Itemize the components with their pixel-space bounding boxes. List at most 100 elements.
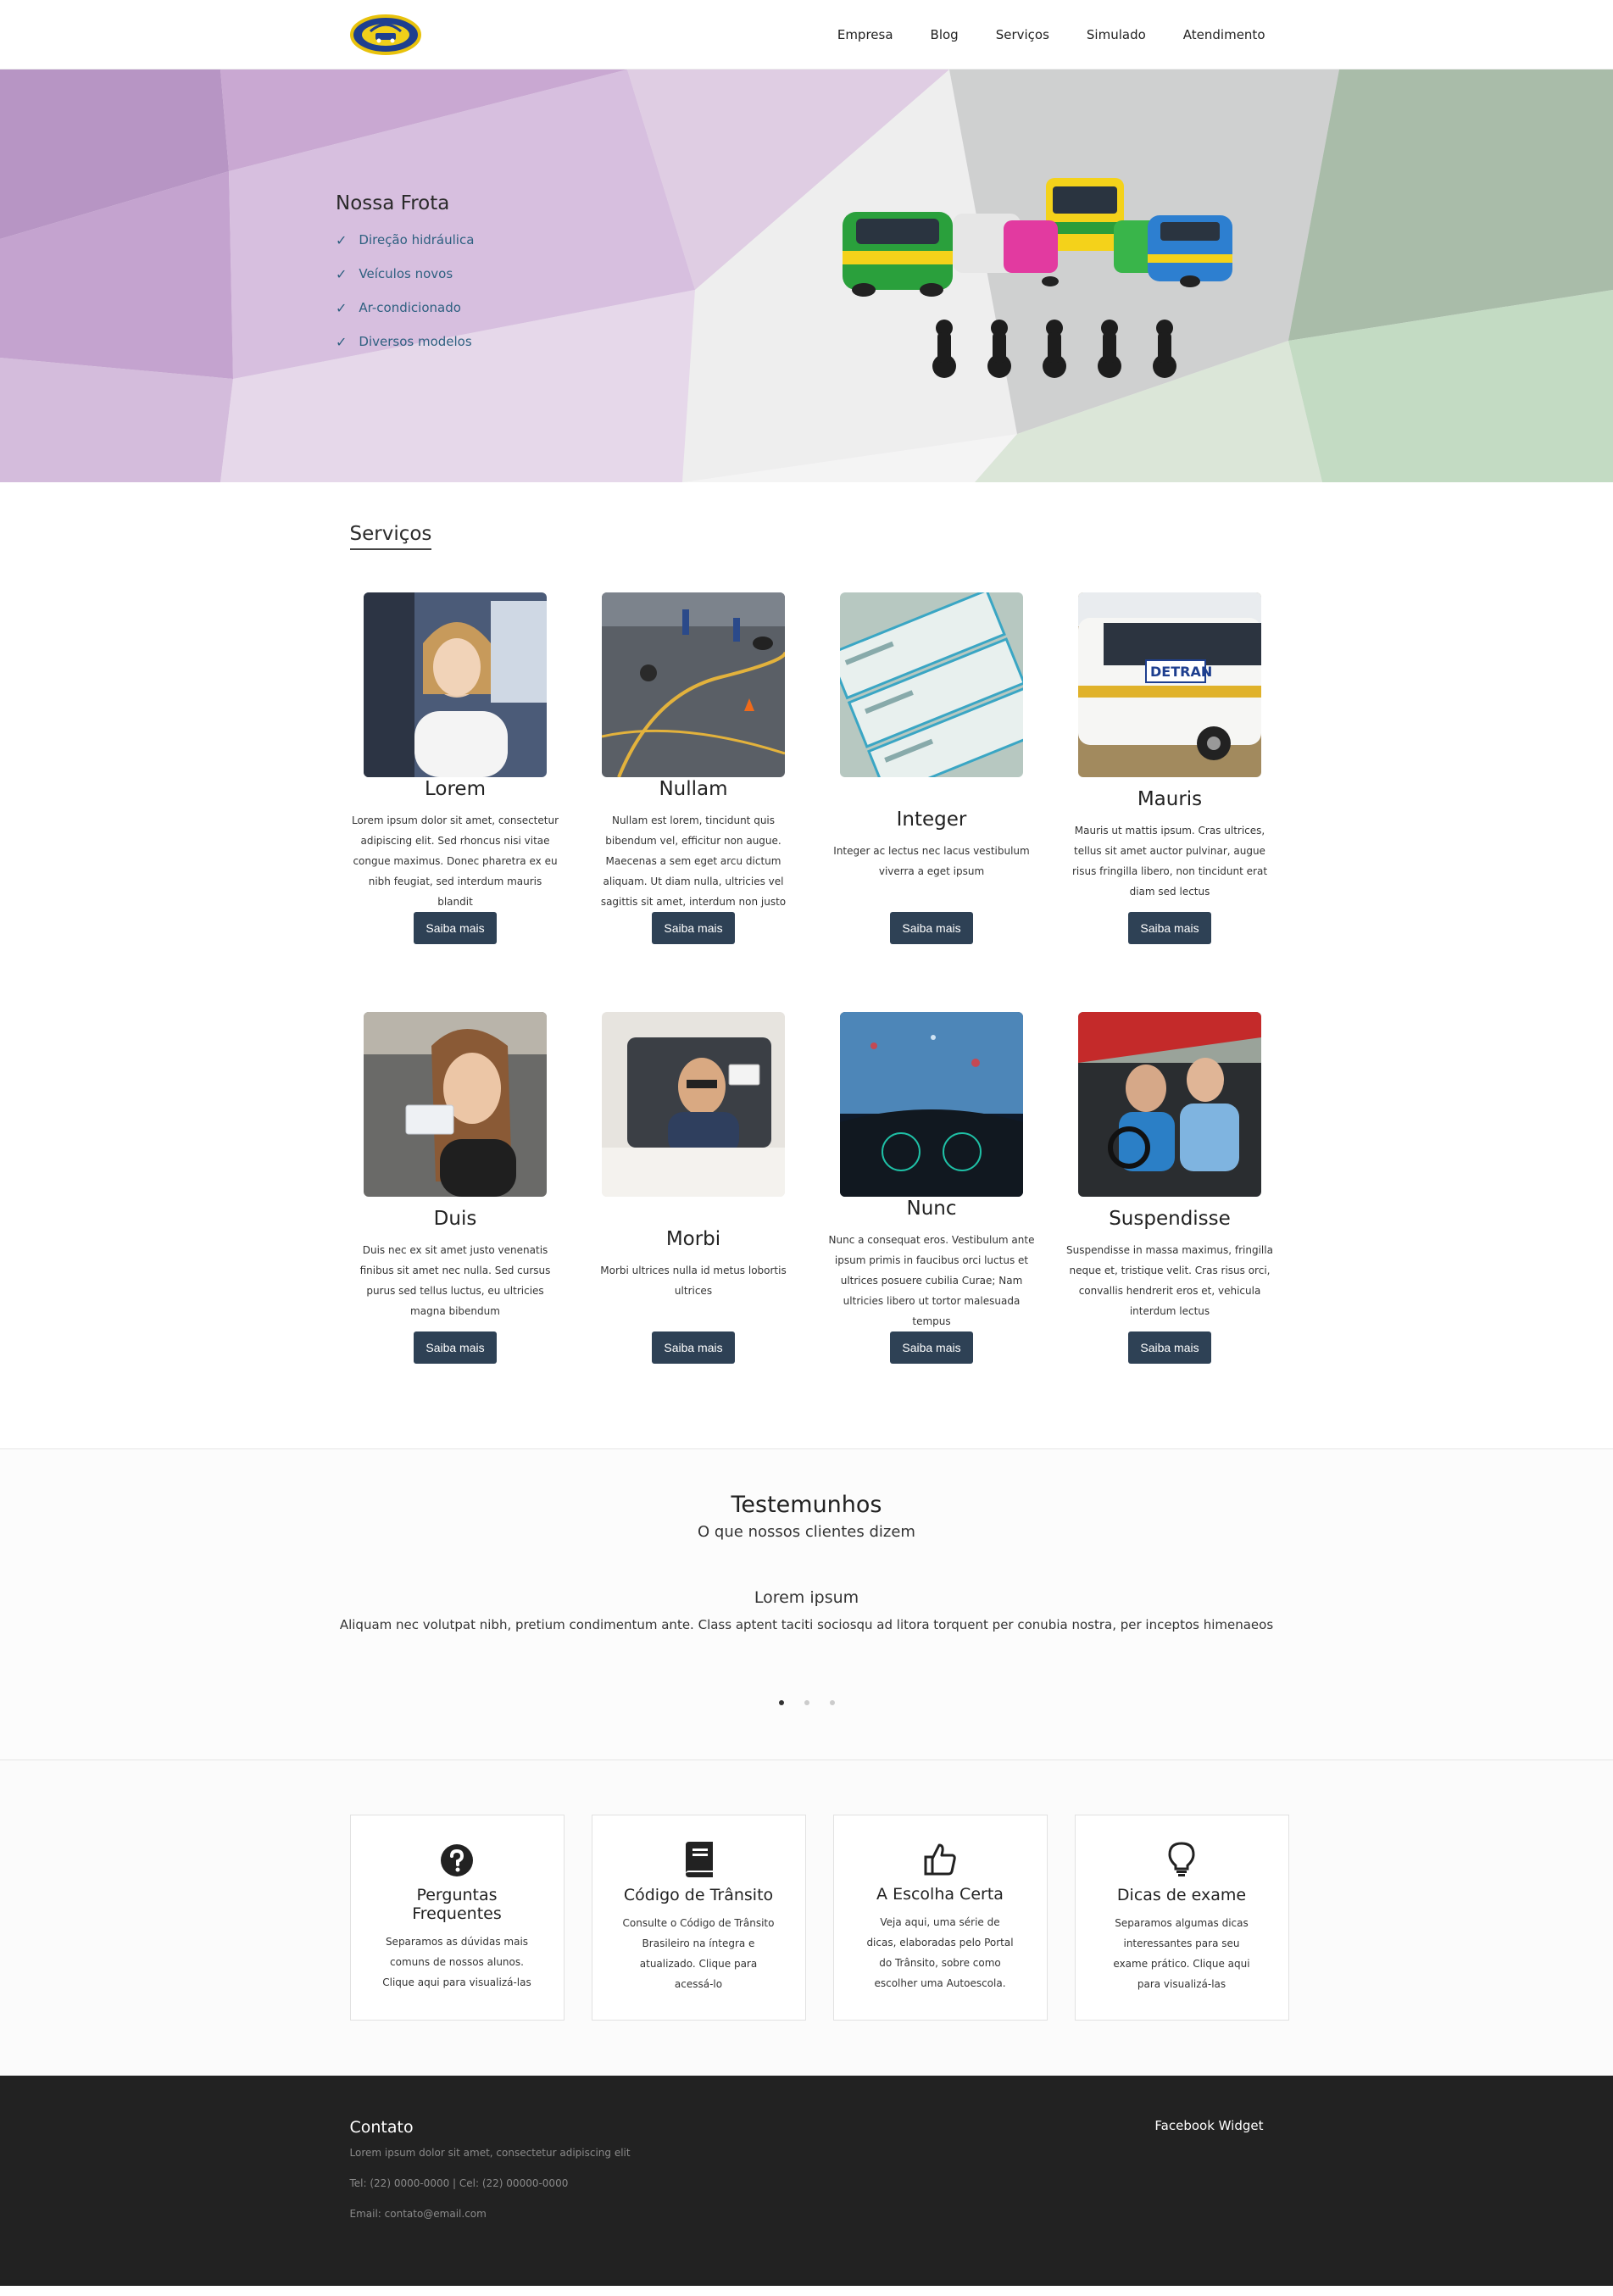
fleet-feature-label: Diversos modelos [359,334,472,349]
service-description: Nunc a consequat eros. Vestibulum ante i… [828,1233,1035,1327]
service-image-driver-woman [364,592,547,777]
nav-item-simulado[interactable]: Simulado [1087,27,1146,42]
service-title: Nullam [659,777,728,800]
site-header: Empresa Blog Serviços Simulado Atendimen… [0,0,1613,69]
testimonials-title: Testemunhos [731,1492,882,1518]
feature-card-right-choice[interactable]: A Escolha Certa Veja aqui, uma série de … [832,1815,1048,2021]
service-card: Nunc Nunc a consequat eros. Vestibulum a… [813,1012,1051,1389]
saiba-mais-button[interactable]: Saiba mais [652,1331,735,1364]
main-nav: Empresa Blog Serviços Simulado Atendimen… [837,27,1265,42]
saiba-mais-button[interactable]: Saiba mais [1128,1331,1211,1364]
saiba-mais-button[interactable]: Saiba mais [890,912,973,944]
hero-banner: Nossa Frota ✓ Direção hidráulica ✓ Veículo… [0,69,1613,482]
feature-title: Dicas de exame [1116,1885,1247,1904]
service-card: Lorem Lorem ipsum dolor sit amet, consec… [337,592,575,970]
carousel-dot[interactable] [778,1700,784,1705]
service-card: DETRAN Mauris Mauris ut mattis ipsum. Cr… [1051,592,1289,970]
service-card: Duis Duis nec ex sit amet justo venenati… [337,1012,575,1389]
fleet-feature-label: Direção hidráulica [359,232,475,247]
carousel-dot[interactable] [829,1700,835,1705]
fleet-image [843,178,1232,378]
site-footer: Contato Lorem ipsum dolor sit amet, cons… [0,2076,1613,2286]
lightbulb-icon [1168,1841,1195,1881]
service-title: Integer [896,808,967,831]
nav-item-blog[interactable]: Blog [931,27,959,42]
service-image-rainy-dashboard [840,1012,1023,1197]
low-poly-background [0,69,1613,482]
saiba-mais-button[interactable]: Saiba mais [890,1331,973,1364]
service-title: Morbi [665,1227,721,1250]
service-description: Integer ac lectus nec lacus vestibulum v… [833,844,1030,877]
feature-card-exam-tips[interactable]: Dicas de exame Separamos algumas dicas i… [1074,1815,1289,2021]
service-description: Mauris ut mattis ipsum. Cras ultrices, t… [1071,824,1268,898]
services-section: Serviços Lorem Lorem ipsum dolor sit ame… [0,482,1613,1448]
saiba-mais-button[interactable]: Saiba mais [414,1331,497,1364]
feature-title: Código de Trânsito [623,1885,774,1904]
feature-description: Separamos algumas dicas interessantes pa… [1113,1916,1250,1990]
question-circle-icon [440,1843,474,1881]
fleet-feature-label: Veículos novos [359,266,453,281]
fleet-feature-label: Ar-condicionado [359,300,461,315]
service-description: Lorem ipsum dolor sit amet, consectetur … [351,814,559,908]
facebook-widget[interactable]: Facebook Widget [1154,2118,1263,2133]
fleet-feature-item: ✓ Ar-condicionado [336,291,474,325]
check-icon: ✓ [336,231,348,248]
service-title: Lorem [425,777,486,800]
feature-title: A Escolha Certa [876,1884,1004,1904]
features-section: Perguntas Frequentes Separamos as dúvida… [0,1760,1613,2076]
service-card: Suspendisse Suspendisse in massa maximus… [1051,1012,1289,1389]
service-description: Morbi ultrices nulla id metus lobortis u… [600,1264,787,1297]
feature-title: Perguntas Frequentes [412,1885,502,1923]
service-image-driving-lesson [1078,1012,1261,1197]
feature-description: Consulte o Código de Trânsito Brasileiro… [622,1916,775,1990]
service-description: Nullam est lorem, tincidunt quis bibendu… [600,814,787,908]
fleet-info: Nossa Frota ✓ Direção hidráulica ✓ Veículo… [336,192,474,359]
testimonials-section: Testemunhos O que nossos clientes dizem … [0,1448,1613,1760]
nav-item-servicos[interactable]: Serviços [996,27,1049,42]
svg-text:DETRAN: DETRAN [1150,664,1212,680]
feature-description: Separamos as dúvidas mais comuns de noss… [382,1935,531,1988]
carousel-dot[interactable] [804,1700,809,1705]
service-image-detran-bus: DETRAN [1078,592,1261,777]
nav-item-atendimento[interactable]: Atendimento [1183,27,1265,42]
check-icon: ✓ [336,265,348,282]
service-card: Nullam Nullam est lorem, tincidunt quis … [575,592,813,970]
feature-card-faq[interactable]: Perguntas Frequentes Separamos as dúvida… [349,1815,565,2021]
testimonial-text: Aliquam nec volutpat nibh, pretium condi… [339,1617,1274,1632]
service-title: Mauris [1137,787,1203,810]
feature-card-traffic-code[interactable]: Código de Trânsito Consulte o Código de … [591,1815,806,2021]
saiba-mais-button[interactable]: Saiba mais [414,912,497,944]
fleet-feature-item: ✓ Diversos modelos [336,325,474,359]
service-image-documents [840,592,1023,777]
services-title: Serviços [349,523,432,550]
footer-text: Lorem ipsum dolor sit amet, consectetur … [349,2147,631,2159]
service-card: Morbi Morbi ultrices nulla id metus lobo… [575,1012,813,1389]
service-image-license-woman [364,1012,547,1197]
autoescola-logo[interactable] [349,13,421,57]
service-card: Integer Integer ac lectus nec lacus vest… [813,592,1051,970]
service-title: Duis [433,1207,477,1230]
features-grid: Perguntas Frequentes Separamos as dúvida… [337,1815,1289,2021]
footer-email[interactable]: Email: contato@email.com [350,2208,1264,2220]
fleet-features-list: ✓ Direção hidráulica ✓ Veículos novos ✓ Ar-… [336,223,474,359]
testimonial-author: Lorem ipsum [754,1588,859,1607]
nav-item-empresa[interactable]: Empresa [837,27,893,42]
saiba-mais-button[interactable]: Saiba mais [1128,912,1211,944]
book-icon [682,1841,715,1881]
fleet-feature-item: ✓ Direção hidráulica [336,223,474,257]
feature-description: Veja aqui, uma série de dicas, elaborada… [866,1915,1014,1989]
services-grid: Lorem Lorem ipsum dolor sit amet, consec… [337,592,1277,1389]
service-title: Suspendisse [1109,1207,1231,1230]
thumbs-up-icon [923,1843,957,1880]
service-image-license-man [602,1012,785,1197]
service-title: Nunc [906,1197,957,1220]
service-image-motorcycle-track [602,592,785,777]
service-description: Suspendisse in massa maximus, fringilla … [1066,1243,1273,1317]
fleet-feature-item: ✓ Veículos novos [336,257,474,291]
hero-title: Nossa Frota [336,192,450,214]
saiba-mais-button[interactable]: Saiba mais [652,912,735,944]
service-description: Duis nec ex sit amet justo venenatis fin… [359,1243,551,1317]
check-icon: ✓ [336,333,348,350]
carousel-indicators [0,1700,1613,1705]
footer-contact-title: Contato [349,2118,414,2137]
